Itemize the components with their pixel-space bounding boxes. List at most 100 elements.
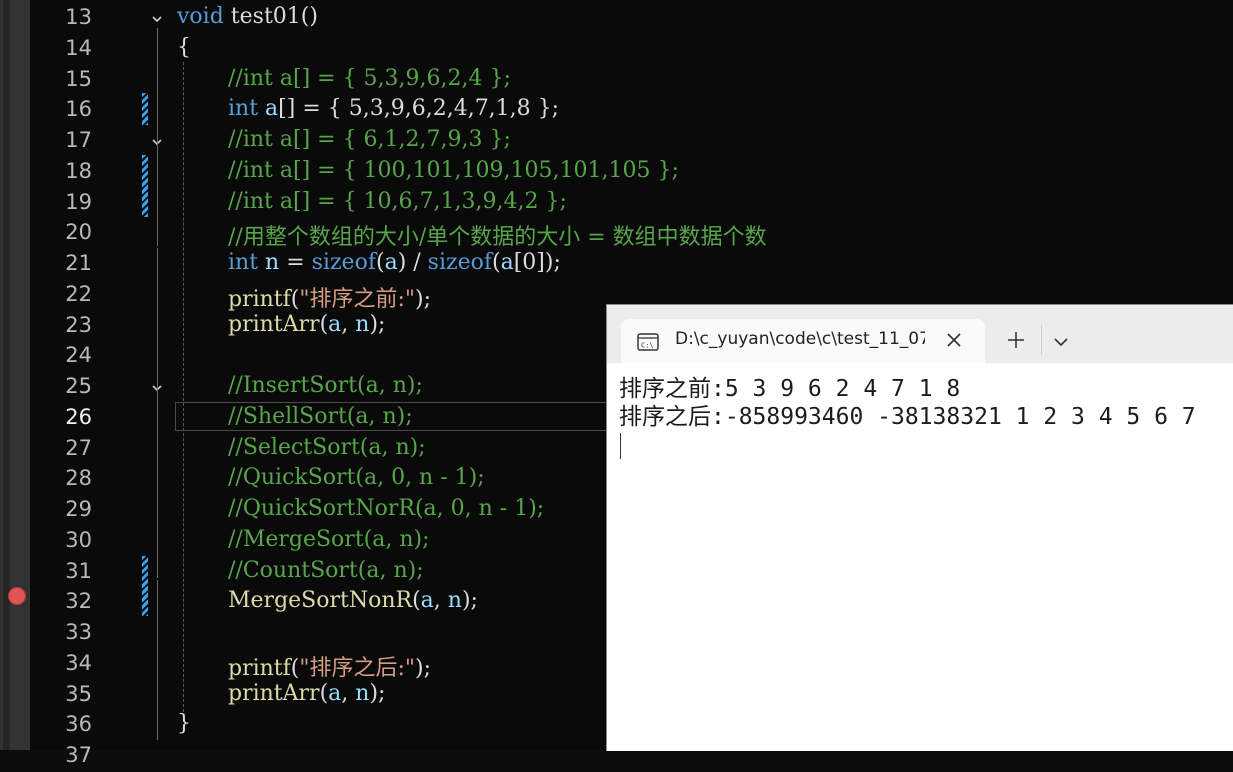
- line-number: 20: [65, 220, 92, 245]
- breakpoint-icon[interactable]: [8, 587, 26, 605]
- code-token: );: [461, 588, 478, 614]
- console-titlebar[interactable]: C:\ D:\c_yuyan\code\c\test_11_07_: [607, 305, 1233, 363]
- line-number: 14: [65, 35, 92, 60]
- code-token: printArr: [228, 311, 320, 337]
- code-line[interactable]: 13 void test01(): [0, 3, 1233, 34]
- line-number: 27: [65, 435, 92, 460]
- code-token: //SelectSort(a, n);: [228, 434, 426, 460]
- code-token: n: [355, 311, 370, 337]
- code-token: a: [328, 311, 342, 337]
- line-number: 37: [65, 743, 92, 767]
- console-output[interactable]: 排序之前:5 3 9 6 2 4 7 1 8 排序之后:-858993460 -3…: [619, 375, 1196, 431]
- code-token: }: [177, 711, 191, 737]
- code-token: [0]);: [513, 250, 561, 275]
- code-token: n: [265, 250, 280, 275]
- code-token: a: [328, 680, 342, 706]
- code-token: ) /: [397, 250, 428, 275]
- code-token: int: [228, 250, 266, 275]
- code-text: //用整个数组的大小/单个数据的大小 = 数组中数据个数: [228, 219, 767, 251]
- code-text: MergeSortNonR(a, n);: [228, 588, 478, 613]
- code-text: printArr(a, n);: [228, 681, 385, 706]
- code-text: void test01(): [177, 4, 318, 29]
- change-marker: [142, 93, 148, 125]
- output-line: 排序之前:5 3 9 6 2 4 7 1 8: [619, 376, 961, 402]
- code-token: );: [415, 655, 432, 681]
- code-token: printArr: [228, 680, 320, 706]
- code-text: printf("排序之前:");: [228, 281, 431, 313]
- code-text: //int a[] = { 6,1,2,7,9,3 };: [228, 127, 511, 152]
- code-token: test01: [230, 4, 301, 29]
- code-token: ,: [433, 588, 448, 614]
- code-token: MergeSortNonR: [228, 588, 413, 614]
- line-number: 30: [65, 527, 92, 552]
- code-token: sizeof: [427, 250, 492, 275]
- code-token: //int a[] = { 6,1,2,7,9,3 };: [228, 127, 511, 152]
- code-token: ,: [341, 311, 356, 337]
- code-token: a: [420, 588, 434, 614]
- code-text: //MergeSort(a, n);: [228, 527, 430, 552]
- outline-line: [157, 28, 158, 246]
- code-text: //int a[] = { 10,6,7,1,3,9,4,2 };: [228, 189, 567, 214]
- code-line[interactable]: 18 //int a[] = { 100,101,109,105,101,105 …: [0, 157, 1233, 188]
- line-number: 25: [65, 374, 92, 398]
- plus-icon[interactable]: [1005, 329, 1027, 351]
- console-tab-title: D:\c_yuyan\code\c\test_11_07_: [675, 329, 925, 349]
- code-token: (): [300, 4, 318, 29]
- line-number: 33: [65, 620, 92, 644]
- code-token: //int a[] = { 100,101,109,105,101,105 };: [228, 157, 679, 183]
- code-line[interactable]: 21 int n = sizeof(a) / sizeof(a[0]);: [0, 249, 1233, 280]
- line-number: 18: [65, 158, 92, 183]
- code-line[interactable]: 17 //int a[] = { 6,1,2,7,9,3 };: [0, 126, 1233, 157]
- line-number: 22: [65, 281, 92, 306]
- code-line[interactable]: 16 int a[] = { 5,3,9,6,2,4,7,1,8 };: [0, 95, 1233, 126]
- line-number: 35: [65, 681, 92, 706]
- code-line[interactable]: 19 //int a[] = { 10,6,7,1,3,9,4,2 };: [0, 188, 1233, 219]
- line-number: 15: [65, 66, 92, 91]
- code-text: //int a[] = { 5,3,9,6,2,4 };: [228, 66, 511, 91]
- text-cursor: [620, 433, 621, 459]
- code-text: int a[] = { 5,3,9,6,2,4,7,1,8 };: [228, 96, 559, 121]
- line-number: 32: [65, 589, 92, 614]
- code-token: );: [369, 311, 386, 337]
- code-token: (: [492, 250, 501, 275]
- line-number: 36: [65, 712, 92, 737]
- line-number: 19: [65, 189, 92, 214]
- code-text: printf("排序之后:");: [228, 650, 431, 682]
- code-token: (: [375, 250, 385, 275]
- line-number: 17: [65, 128, 92, 152]
- console-window[interactable]: C:\ D:\c_yuyan\code\c\test_11_07_ 排序之前:5…: [606, 304, 1233, 751]
- outline-line: [157, 248, 158, 578]
- code-text: printArr(a, n);: [228, 312, 385, 337]
- code-token: ,: [341, 680, 356, 706]
- code-line[interactable]: 14 {: [0, 34, 1233, 65]
- change-marker: [142, 155, 148, 217]
- code-token: //CountSort(a, n);: [228, 557, 424, 583]
- close-icon[interactable]: [943, 329, 965, 351]
- code-token: int: [228, 96, 266, 122]
- code-text: }: [177, 711, 191, 736]
- line-number: 31: [65, 558, 92, 583]
- code-token: //MergeSort(a, n);: [228, 526, 430, 552]
- code-token: a: [265, 96, 279, 122]
- code-line[interactable]: 15 //int a[] = { 5,3,9,6,2,4 };: [0, 65, 1233, 96]
- chevron-down-icon[interactable]: [150, 12, 164, 26]
- chevron-down-icon[interactable]: [1050, 331, 1072, 353]
- code-token: sizeof: [311, 250, 376, 275]
- code-text: //QuickSortNorR(a, 0, n - 1);: [228, 496, 544, 521]
- code-token: );: [369, 680, 386, 706]
- code-token: [] = { 5,3,9,6,2,4,7,1,8 };: [278, 96, 560, 122]
- code-token: (: [319, 311, 329, 337]
- line-number: 29: [65, 497, 92, 521]
- code-token: //int a[] = { 5,3,9,6,2,4 };: [228, 65, 511, 91]
- code-token: void: [177, 4, 231, 29]
- code-token: n: [355, 680, 370, 706]
- code-token: (: [412, 588, 421, 614]
- output-line: 排序之后:-858993460 -38138321 1 2 3 4 5 6 7: [619, 404, 1196, 430]
- terminal-icon: C:\: [637, 332, 659, 356]
- line-number: 21: [65, 251, 92, 275]
- code-token: //用整个数组的大小/单个数据的大小 = 数组中数据个数: [228, 225, 767, 251]
- code-text: //InsertSort(a, n);: [228, 373, 423, 398]
- console-tab[interactable]: C:\ D:\c_yuyan\code\c\test_11_07_: [621, 319, 985, 363]
- code-token: //QuickSortNorR(a, 0, n - 1);: [228, 496, 545, 521]
- code-line[interactable]: 20 //用整个数组的大小/单个数据的大小 = 数组中数据个数: [0, 218, 1233, 251]
